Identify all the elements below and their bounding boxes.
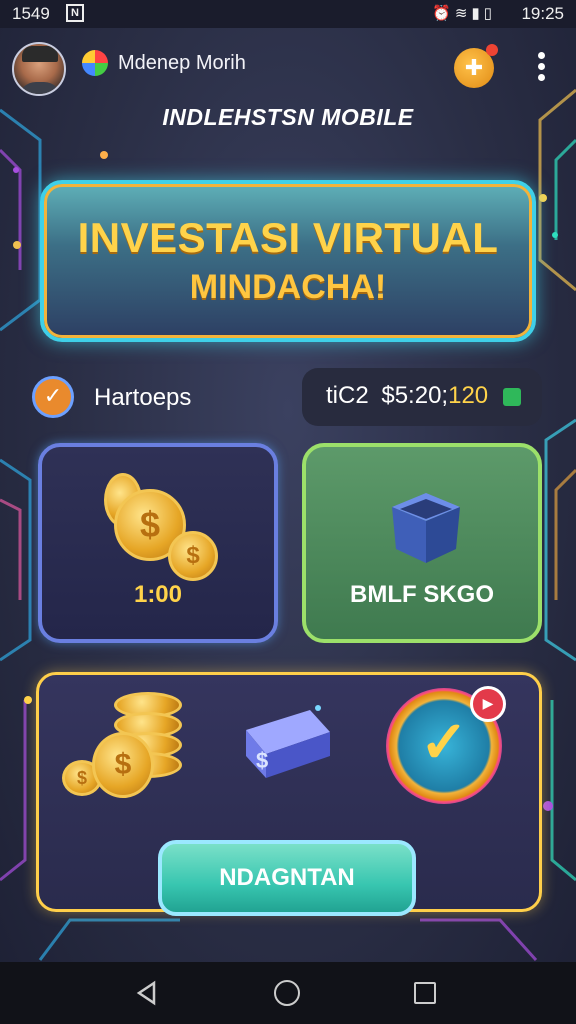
gem-icon (502, 387, 521, 406)
balance-count: 120 (448, 382, 489, 409)
home-icon[interactable] (274, 980, 300, 1006)
hero-subtitle: MINDACHA! (189, 268, 387, 306)
ticket-icon: $ (246, 705, 330, 778)
status-icons: ⏰≋▮▯ (432, 4, 496, 22)
svg-text:$: $ (256, 748, 268, 773)
signal-icon: ▮ (471, 5, 484, 22)
box-card[interactable]: BMLF SKGO (302, 443, 542, 643)
hero-banner[interactable]: INVESTASI VIRTUAL MINDACHA! (40, 180, 536, 342)
balance-pill: tiC2 $5:20;120 (302, 368, 542, 426)
recents-icon[interactable] (414, 982, 436, 1004)
battery-icon: ▯ (483, 5, 496, 22)
app-name: Mdenep Morih (118, 52, 246, 74)
status-bar: 1549 N ⏰≋▮▯ 19:25 (0, 0, 576, 28)
check-icon: ✓ (32, 376, 74, 418)
puzzle-icon: ✚ (464, 55, 484, 80)
play-icon[interactable]: ▶ (470, 686, 506, 722)
avatar-coat (18, 82, 62, 94)
check-label: Hartoeps (94, 384, 192, 411)
alarm-icon: ⏰ (432, 5, 455, 22)
hero-title: INVESTASI VIRTUAL (77, 214, 499, 261)
page-subtitle: INDLEHSTSN MOBILE (162, 104, 414, 130)
notification-icon: N (66, 4, 84, 22)
notification-dot (486, 44, 498, 56)
avatar-cap (22, 46, 58, 62)
status-clock: 19:25 (521, 4, 564, 23)
coins-card[interactable]: $ $ 1:00 (38, 443, 278, 643)
system-nav-bar (0, 962, 576, 1024)
more-vert-icon[interactable] (530, 50, 552, 86)
coin-icon: $ (168, 531, 218, 581)
balance-amount: $5:20; (381, 382, 449, 409)
back-icon[interactable] (134, 980, 160, 1006)
balance-prefix: tiC2 (326, 382, 369, 409)
box-icon (392, 493, 460, 563)
app-header: Mdenep Morih ✚ (0, 36, 576, 100)
puzzle-button[interactable]: ✚ (454, 44, 498, 88)
wifi-icon: ≋ (454, 5, 472, 22)
coin-icon: $ (92, 732, 154, 798)
coins-card-label: 1:00 (133, 581, 183, 608)
avatar[interactable] (12, 42, 66, 96)
box-card-label: BMLF SKGO (350, 581, 494, 608)
primary-action-button[interactable]: NDAGNTAN (158, 840, 416, 916)
app-logo-icon (82, 50, 108, 76)
status-time: 1549 (12, 4, 50, 23)
